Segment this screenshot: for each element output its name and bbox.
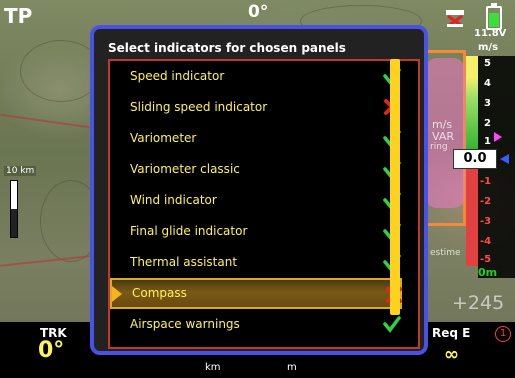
vario-tick: 4 bbox=[484, 78, 491, 89]
vario-tick: -5 bbox=[480, 254, 492, 265]
vario-tick: -2 bbox=[480, 196, 492, 207]
mc-pointer-icon bbox=[494, 132, 502, 142]
vario-unit: m/s bbox=[478, 42, 499, 53]
indicator-row[interactable]: Variometer bbox=[110, 123, 402, 154]
vario-value-box: 0.0 bbox=[453, 149, 497, 169]
indicator-row[interactable]: Sliding speed indicator bbox=[110, 92, 402, 123]
battery-icon bbox=[486, 3, 502, 30]
vario-tick: 1 bbox=[484, 136, 491, 147]
bg-ring-label: ring bbox=[430, 142, 448, 152]
dialog-title: Select indicators for chosen panels bbox=[108, 41, 346, 55]
req-value: ∞ bbox=[444, 344, 459, 365]
check-icon[interactable] bbox=[383, 315, 401, 333]
indicator-row[interactable]: Compass bbox=[110, 278, 402, 309]
vario-tick: -1 bbox=[480, 176, 492, 187]
alert-count-badge[interactable]: 1 bbox=[495, 326, 511, 342]
heading-top: 0° bbox=[248, 2, 269, 22]
vario-tick: -4 bbox=[480, 236, 492, 247]
indicator-label: Thermal assistant bbox=[130, 255, 238, 269]
vario-tick: 3 bbox=[484, 98, 491, 109]
indicator-row[interactable]: Variometer classic bbox=[110, 154, 402, 185]
altitude-readout: +245 bbox=[452, 292, 505, 314]
indicator-row[interactable]: Wind indicator bbox=[110, 185, 402, 216]
indicator-label: Sliding speed indicator bbox=[130, 100, 268, 114]
indicator-row[interactable]: Speed indicator bbox=[110, 61, 402, 92]
indicator-select-dialog: Select indicators for chosen panels Spee… bbox=[90, 25, 428, 355]
m-unit: m bbox=[287, 362, 297, 373]
waypoint-label: TP bbox=[4, 4, 33, 28]
indicator-label: Speed indicator bbox=[130, 69, 225, 83]
battery-voltage: 11.8V bbox=[474, 28, 507, 39]
map-scale-label: 10 km bbox=[4, 166, 37, 176]
road bbox=[0, 113, 90, 129]
bg-estime-label: estime bbox=[430, 248, 461, 258]
indicator-label: Variometer bbox=[130, 131, 197, 145]
indicator-label: Variometer classic bbox=[130, 162, 240, 176]
req-label: Req E bbox=[432, 326, 471, 340]
indicator-row[interactable]: Airspace warnings bbox=[110, 309, 402, 340]
indicator-label: Wind indicator bbox=[130, 193, 217, 207]
selection-arrow-icon bbox=[112, 286, 122, 302]
vario-tick: 2 bbox=[484, 118, 491, 129]
list-scrollbar[interactable] bbox=[390, 59, 400, 315]
indicator-row[interactable]: Final glide indicator bbox=[110, 216, 402, 247]
indicator-label: Compass bbox=[132, 286, 187, 300]
indicator-label: Airspace warnings bbox=[130, 317, 240, 331]
indicator-row[interactable]: Thermal assistant bbox=[110, 247, 402, 278]
indicator-label: Final glide indicator bbox=[130, 224, 248, 238]
final-glide-icon bbox=[446, 10, 464, 28]
vario-tick: 5 bbox=[484, 58, 491, 69]
km-unit: km bbox=[205, 362, 221, 373]
vario-pointer-icon bbox=[500, 154, 509, 164]
map-scale-bar bbox=[10, 180, 18, 238]
vario-tick: -3 bbox=[480, 216, 492, 227]
trk-value: 0° bbox=[38, 338, 65, 363]
vario-zero-label: 0m bbox=[478, 266, 498, 279]
indicator-list: Speed indicator Sliding speed indicator Va… bbox=[108, 59, 420, 349]
